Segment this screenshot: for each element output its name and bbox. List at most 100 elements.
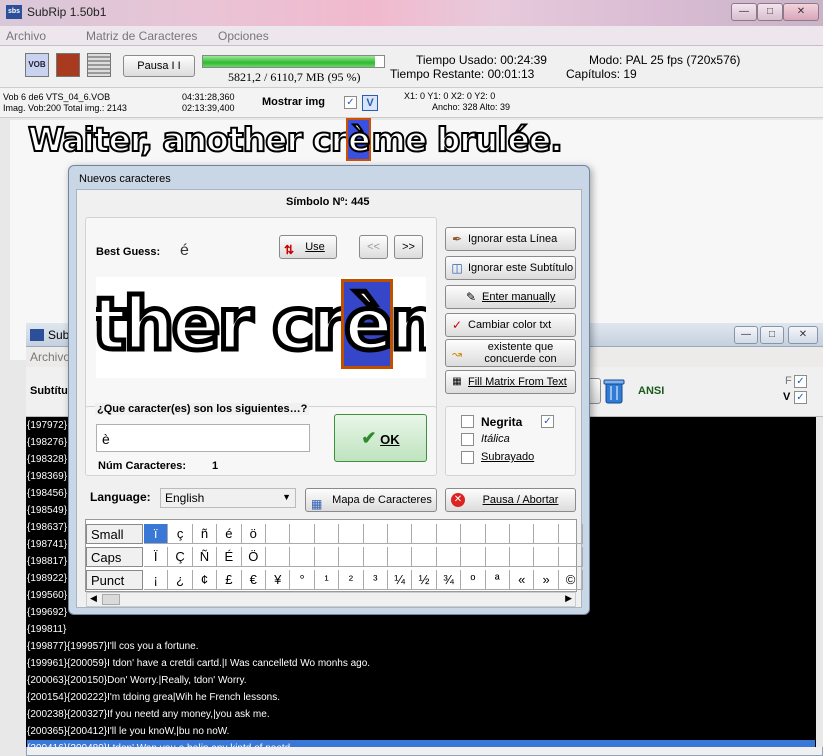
trash-icon[interactable] — [603, 377, 625, 405]
grid-punct-label[interactable]: Punct — [86, 570, 143, 590]
subtitle-list-row[interactable]: {198456} — [27, 485, 67, 502]
grid-cell-caps[interactable] — [436, 547, 462, 567]
bold-checkbox[interactable] — [461, 415, 474, 428]
grid-cell-small[interactable]: é — [217, 524, 242, 544]
scroll-right-icon[interactable]: ▶ — [565, 593, 572, 604]
character-grid-scrollbar[interactable]: ◀ ▶ — [86, 592, 576, 607]
grid-cell-small[interactable] — [388, 524, 413, 544]
subtitle-list-row[interactable]: {198817} — [27, 553, 67, 570]
grid-cell-small[interactable] — [485, 524, 510, 544]
grid-cell-caps[interactable] — [314, 547, 340, 567]
grid-cell-punct[interactable]: ½ — [412, 570, 437, 590]
subtitle-list-row[interactable]: {200365}{200412}I'll le you knoW,|bu no … — [27, 723, 229, 740]
character-map-button[interactable]: ▦ Mapa de Caracteres — [305, 488, 437, 512]
grid-cell-punct[interactable]: ² — [339, 570, 364, 590]
grid-cell-punct[interactable]: ¾ — [436, 570, 462, 590]
grid-cell-caps[interactable]: Ç — [168, 547, 193, 567]
prev-button[interactable]: << — [359, 235, 388, 259]
win2-close-button[interactable]: ✕ — [788, 326, 818, 344]
grid-cell-small[interactable] — [339, 524, 364, 544]
character-input[interactable]: è — [96, 424, 310, 452]
next-button[interactable]: >> — [394, 235, 423, 259]
grid-cell-caps[interactable] — [534, 547, 559, 567]
grid-cell-caps[interactable] — [412, 547, 437, 567]
grid-cell-small[interactable] — [266, 524, 291, 544]
grid-cell-punct[interactable]: £ — [217, 570, 242, 590]
bold-v-checkbox[interactable]: ✓ — [541, 415, 554, 428]
grid-cell-small[interactable] — [510, 524, 535, 544]
underline-checkbox[interactable] — [461, 451, 474, 464]
scroll-left-icon[interactable]: ◀ — [90, 593, 97, 604]
grid-cell-small[interactable]: ç — [168, 524, 193, 544]
grid-cell-punct[interactable]: ¥ — [266, 570, 291, 590]
pause-abort-button[interactable]: ✕ Pausa / Abortar — [445, 488, 576, 512]
grid-cell-caps[interactable] — [290, 547, 315, 567]
win2-menu-archivo[interactable]: Archivo — [30, 350, 70, 364]
film-icon[interactable] — [56, 53, 80, 77]
grid-cell-caps[interactable] — [363, 547, 388, 567]
use-button[interactable]: ⇅ Use — [279, 235, 337, 259]
ignore-line-button[interactable]: ✒ Ignorar esta Línea — [445, 227, 576, 251]
win2-minimize-button[interactable]: — — [734, 326, 758, 344]
grid-cell-small[interactable]: ñ — [192, 524, 218, 544]
menu-archivo[interactable]: Archivo — [6, 29, 46, 43]
matrix-icon[interactable] — [87, 53, 111, 77]
grid-cell-small[interactable] — [314, 524, 340, 544]
close-button[interactable]: ✕ — [783, 3, 819, 21]
fill-matrix-button[interactable]: ▦ Fill Matrix From Text — [445, 370, 576, 394]
enter-manually-button[interactable]: ✎ Enter manually — [445, 285, 576, 309]
subtitle-list-row[interactable]: {198922} — [27, 570, 67, 587]
grid-cell-caps[interactable] — [461, 547, 486, 567]
subtitle-list-row[interactable]: {200154}{200222}I'm tdoing grea|Wih he F… — [27, 689, 280, 706]
vob-icon[interactable]: VOB — [25, 53, 49, 77]
subtitle-list-row[interactable]: {198549} — [27, 502, 67, 519]
grid-cell-punct[interactable]: ¿ — [168, 570, 193, 590]
grid-cell-caps[interactable] — [388, 547, 413, 567]
menu-opciones[interactable]: Opciones — [218, 29, 269, 43]
subtitle-list-row[interactable]: {200238}{200327}If you neetd any money,|… — [27, 706, 270, 723]
grid-cell-caps[interactable] — [339, 547, 364, 567]
language-select[interactable]: English ▼ — [160, 488, 296, 508]
grid-cell-caps[interactable] — [558, 547, 584, 567]
grid-cell-punct[interactable]: ° — [290, 570, 315, 590]
grid-cell-small[interactable]: ï — [144, 524, 169, 544]
italic-checkbox[interactable] — [461, 433, 474, 446]
subtitle-list-row[interactable]: {199877}{199957}I'll cos you a fortune. — [27, 638, 199, 655]
grid-cell-small[interactable]: ö — [241, 524, 266, 544]
grid-cell-punct[interactable]: € — [241, 570, 266, 590]
grid-cell-caps[interactable]: É — [217, 547, 242, 567]
grid-cell-caps[interactable] — [485, 547, 510, 567]
grid-cell-caps[interactable]: Ñ — [192, 547, 218, 567]
grid-cell-punct[interactable]: ³ — [363, 570, 388, 590]
f-checkbox[interactable]: ✓ — [794, 375, 807, 388]
subtitle-list-row[interactable]: {199811} — [27, 621, 66, 638]
minimize-button[interactable]: — — [731, 3, 757, 21]
subtitle-list-row[interactable]: {198328} — [27, 451, 67, 468]
grid-cell-caps[interactable] — [510, 547, 535, 567]
grid-small-label[interactable]: Small — [86, 524, 143, 544]
v-toggle[interactable]: V — [362, 95, 378, 111]
grid-cell-small[interactable] — [412, 524, 437, 544]
ok-button[interactable]: ✔ OK — [334, 414, 427, 462]
scroll-thumb[interactable] — [102, 594, 120, 605]
grid-cell-small[interactable] — [534, 524, 559, 544]
subtitle-list-row[interactable]: {198369} — [27, 468, 67, 485]
subtitle-list-row[interactable]: {199961}{200059}I tdon' have a cretdi ca… — [27, 655, 370, 672]
subtitle-list-scrollbar[interactable] — [816, 417, 823, 747]
grid-cell-punct[interactable]: ª — [485, 570, 510, 590]
show-img-checkbox[interactable]: ✓ — [344, 96, 357, 109]
grid-cell-punct[interactable]: º — [461, 570, 486, 590]
grid-caps-label[interactable]: Caps — [86, 547, 143, 567]
grid-cell-punct[interactable]: ¡ — [144, 570, 169, 590]
subtitle-list-row[interactable]: {198276} — [27, 434, 67, 451]
grid-cell-small[interactable] — [290, 524, 315, 544]
win2-maximize-button[interactable]: □ — [760, 326, 784, 344]
v-checkbox[interactable]: ✓ — [794, 391, 807, 404]
subtitle-list-row[interactable]: {199692} — [27, 604, 67, 621]
grid-cell-punct[interactable]: ¢ — [192, 570, 218, 590]
grid-cell-caps[interactable] — [266, 547, 291, 567]
change-color-button[interactable]: ✓ Cambiar color txt — [445, 313, 576, 337]
grid-cell-punct[interactable]: ¼ — [388, 570, 413, 590]
grid-cell-caps[interactable]: Ö — [241, 547, 266, 567]
grid-cell-caps[interactable]: Ï — [144, 547, 169, 567]
